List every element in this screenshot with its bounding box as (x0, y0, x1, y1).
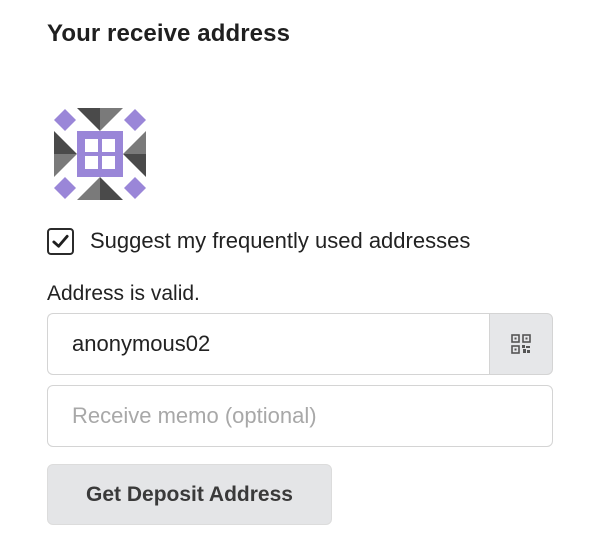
get-deposit-address-button[interactable]: Get Deposit Address (47, 464, 332, 525)
address-input[interactable] (47, 313, 489, 375)
suggest-addresses-checkbox[interactable] (47, 227, 74, 255)
qr-code-icon (511, 334, 531, 354)
suggest-addresses-label: Suggest my frequently used addresses (90, 228, 471, 253)
address-validation-status: Address is valid. (47, 282, 200, 305)
checkmark-icon (52, 234, 69, 248)
scan-qr-button[interactable] (489, 313, 553, 375)
suggest-addresses-option[interactable]: Suggest my frequently used addresses (47, 226, 470, 256)
receive-address-panel: Your receive address Suggest my frequent… (0, 0, 600, 544)
receive-memo-input[interactable] (47, 385, 553, 447)
section-title: Your receive address (47, 20, 291, 47)
identicon-avatar (54, 108, 146, 200)
address-field-group (47, 313, 553, 375)
